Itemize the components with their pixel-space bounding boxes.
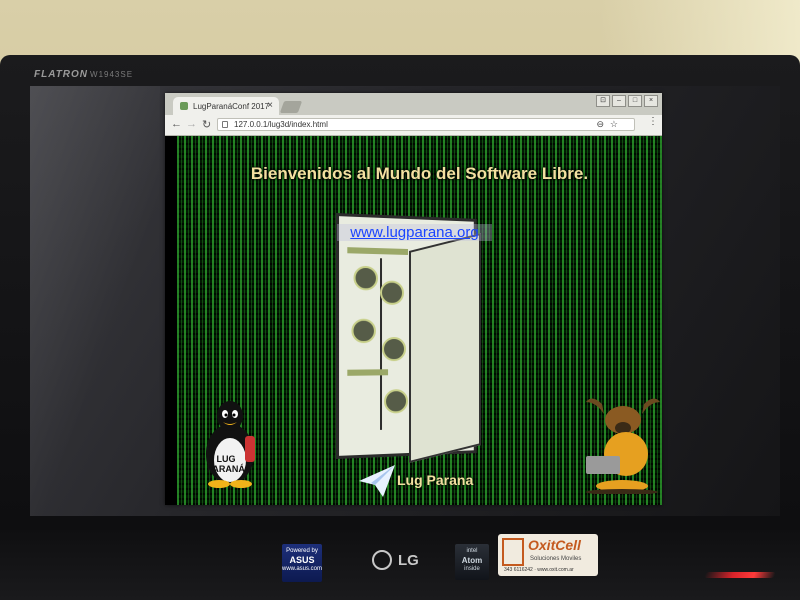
asus-sticker: Powered by ASUS www.asus.com: [282, 544, 322, 582]
poster-circle: [351, 319, 376, 343]
browser-tab[interactable]: LugParanáConf 2017 ×: [173, 97, 279, 115]
oxitcell-sticker: OxitCell Soluciones Moviles 343 6116242 …: [498, 534, 598, 576]
poster-bar: [347, 369, 388, 376]
menu-icon[interactable]: ⋮: [648, 118, 658, 126]
atom-label: Atom: [455, 556, 489, 565]
lugparana-link[interactable]: www.lugparana.org: [337, 224, 492, 241]
intel-label: intel: [466, 548, 477, 554]
poster-circle: [354, 266, 378, 291]
power-led: [704, 572, 776, 578]
close-icon[interactable]: ×: [267, 100, 273, 111]
paper-plane-logo-icon: [357, 463, 397, 499]
oxit-contact: 343 6116242 · www.oxit.com.ar: [504, 567, 574, 573]
user-icon[interactable]: ⊡: [596, 95, 610, 107]
gnu-mascot-icon: [582, 394, 662, 494]
window-close-icon[interactable]: ×: [644, 95, 658, 107]
tux-label: LUG PARANÁ: [202, 454, 250, 474]
intel-atom-sticker: intel Atom inside: [455, 544, 489, 580]
address-bar[interactable]: 127.0.0.1/lug3d/index.html ⊖ ☆: [217, 118, 635, 131]
poster-circle: [384, 389, 408, 414]
minimize-icon[interactable]: –: [612, 95, 626, 107]
asus-name: ASUS: [282, 556, 322, 565]
forward-icon[interactable]: →: [186, 118, 197, 130]
lg-logo-text: LG: [398, 552, 419, 569]
screen-glare: [30, 86, 160, 516]
oxit-name: OxitCell: [528, 537, 581, 553]
tab-title: LugParanáConf 2017: [193, 102, 269, 111]
poster-circle: [382, 337, 406, 361]
reload-icon[interactable]: ↻: [202, 118, 211, 131]
lg-logo-icon: [372, 550, 392, 570]
new-tab-button[interactable]: [280, 101, 302, 113]
maximize-icon[interactable]: □: [628, 95, 642, 107]
footer-title: Lug Parana: [397, 472, 473, 488]
asus-powered-label: Powered by: [286, 548, 318, 554]
oxit-subtitle: Soluciones Moviles: [530, 556, 581, 562]
web-page: Bienvenidos al Mundo del Software Libre.…: [177, 136, 662, 505]
back-icon[interactable]: ←: [171, 118, 182, 130]
asus-url: www.asus.com: [282, 566, 322, 572]
browser-toolbar: ← → ↻ 127.0.0.1/lug3d/index.html ⊖ ☆ ⋮: [165, 115, 662, 136]
zoom-icon[interactable]: ⊖: [596, 119, 604, 130]
monitor-brand: FLATRON W1943SE: [34, 69, 133, 80]
poster-circle: [380, 280, 404, 304]
star-icon[interactable]: ☆: [610, 119, 618, 130]
poster-bar: [347, 247, 408, 255]
page-info-icon[interactable]: [222, 121, 228, 128]
monitor-model: W1943SE: [90, 70, 133, 79]
browser-window: LugParanáConf 2017 × ⊡ – □ × ← → ↻ 127.0…: [165, 93, 662, 505]
phone-icon: [502, 538, 524, 566]
atom-inside-label: inside: [464, 566, 480, 572]
page-title: Bienvenidos al Mundo del Software Libre.: [177, 164, 662, 184]
tab-bar: LugParanáConf 2017 × ⊡ – □ ×: [165, 93, 662, 115]
tux-penguin-icon: [199, 398, 261, 488]
infographic-poster-right: [409, 233, 481, 463]
favicon-icon: [180, 102, 188, 110]
window-controls: ⊡ – □ ×: [596, 95, 658, 107]
url-text: 127.0.0.1/lug3d/index.html: [234, 120, 328, 129]
